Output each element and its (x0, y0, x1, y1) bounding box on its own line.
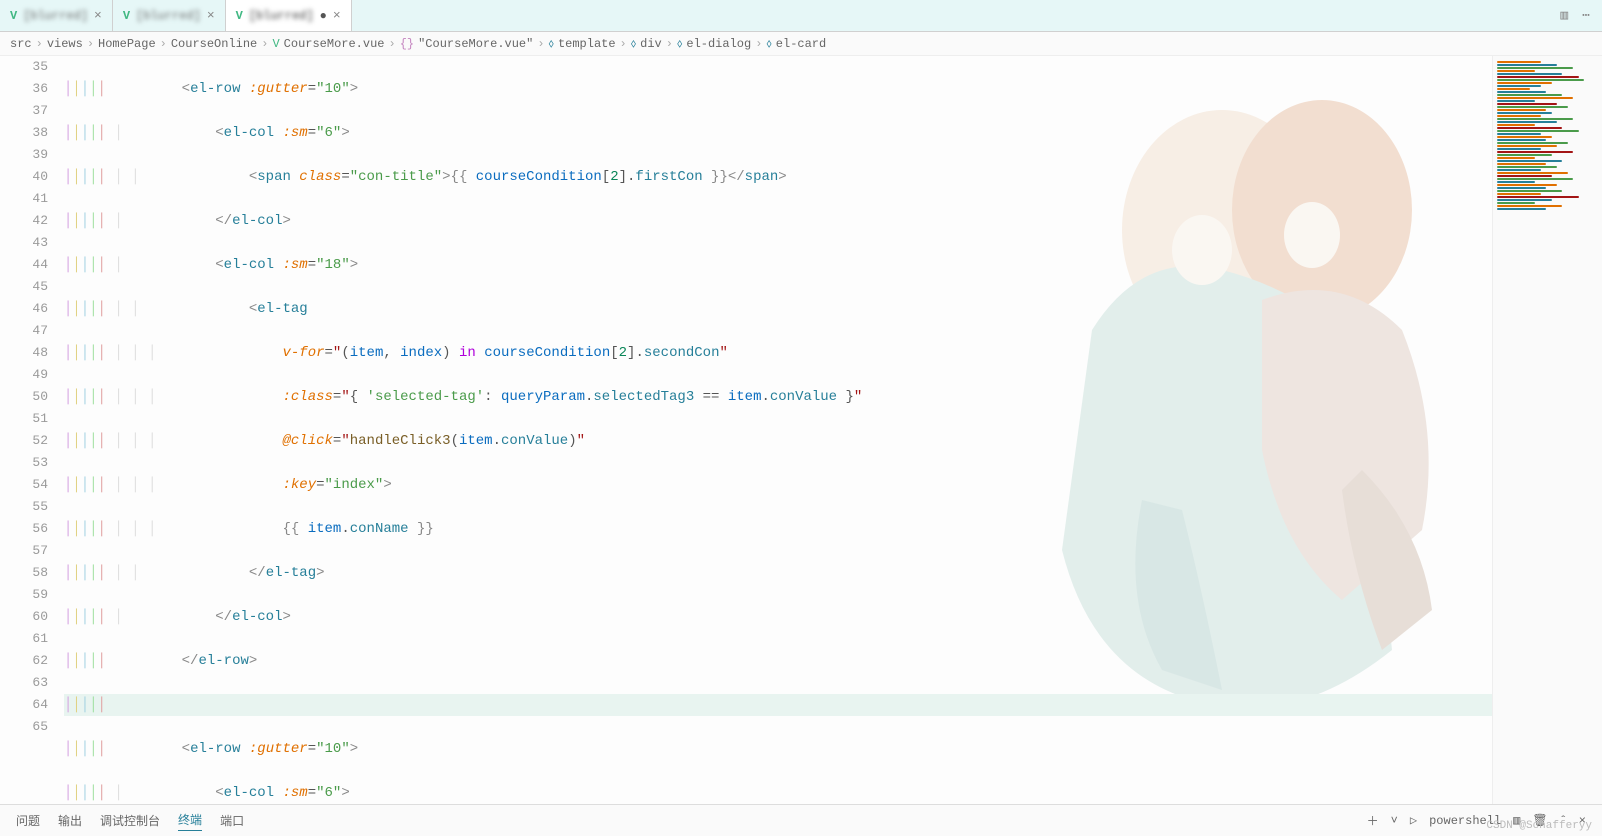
breadcrumb-item[interactable]: div (640, 37, 662, 51)
watermark: CSDN @Schafferyy (1486, 820, 1592, 832)
breadcrumb-item[interactable]: template (558, 37, 616, 51)
tab-file-2[interactable]: V [blurred] × (113, 0, 226, 31)
vue-icon: V (123, 9, 130, 23)
brace-icon: {} (400, 37, 414, 51)
panel-tab-ports[interactable]: 端口 (220, 812, 244, 829)
terminal-shell-icon: ▷ (1410, 813, 1417, 828)
editor[interactable]: 353637 383940 414243 444546 474849 50515… (0, 56, 1602, 804)
tab-file-1[interactable]: V [blurred] × (0, 0, 113, 31)
vue-icon: V (10, 9, 17, 23)
breadcrumb-item[interactable]: CourseMore.vue (284, 37, 385, 51)
breadcrumb-item[interactable]: CourseOnline (171, 37, 257, 51)
tab-file-3[interactable]: V [blurred] ● × (226, 0, 352, 31)
breadcrumb-item[interactable]: "CourseMore.vue" (418, 37, 533, 51)
minimap[interactable] (1492, 56, 1602, 804)
breadcrumb-item[interactable]: src (10, 37, 32, 51)
tag-icon: ⬨ (677, 37, 682, 51)
panel-tab-output[interactable]: 输出 (58, 812, 82, 829)
breadcrumb-item[interactable]: HomePage (98, 37, 156, 51)
vue-icon: V (272, 37, 279, 51)
tag-icon: ⬨ (766, 37, 771, 51)
breadcrumb-item[interactable]: el-card (776, 37, 826, 51)
dropdown-icon[interactable]: ˅ (1391, 814, 1398, 828)
vue-icon: V (236, 9, 243, 23)
close-icon[interactable]: × (207, 8, 215, 23)
dirty-icon: ● (320, 9, 327, 23)
panel-tab-terminal[interactable]: 终端 (178, 811, 202, 831)
close-icon[interactable]: × (94, 8, 102, 23)
editor-tabs: V [blurred] × V [blurred] × V [blurred] … (0, 0, 1602, 32)
breadcrumb: src› views› HomePage› CourseOnline› V Co… (0, 32, 1602, 56)
tab-label: [blurred] (23, 9, 88, 23)
panel-tab-debug[interactable]: 调试控制台 (100, 812, 160, 829)
panel-tab-problems[interactable]: 问题 (16, 812, 40, 829)
tag-icon: ⬨ (631, 37, 636, 51)
split-editor-icon[interactable]: ▥ (1560, 8, 1568, 23)
tab-label: [blurred] (136, 9, 201, 23)
line-gutter: 353637 383940 414243 444546 474849 50515… (0, 56, 64, 804)
breadcrumb-item[interactable]: views (47, 37, 83, 51)
tab-label: [blurred] (249, 9, 314, 23)
more-icon[interactable]: ⋯ (1582, 8, 1590, 23)
tag-icon: ⬨ (549, 37, 554, 51)
new-terminal-icon[interactable]: ＋ (1367, 812, 1379, 829)
close-icon[interactable]: × (333, 8, 341, 23)
bottom-panel: 问题 输出 调试控制台 终端 端口 ＋ ˅ ▷ powershell ▥ 🗑 ˆ… (0, 804, 1602, 836)
breadcrumb-item[interactable]: el-dialog (686, 37, 751, 51)
code-content[interactable]: │││││ <el-row :gutter="10"> │││││ │ <el-… (64, 56, 1492, 804)
